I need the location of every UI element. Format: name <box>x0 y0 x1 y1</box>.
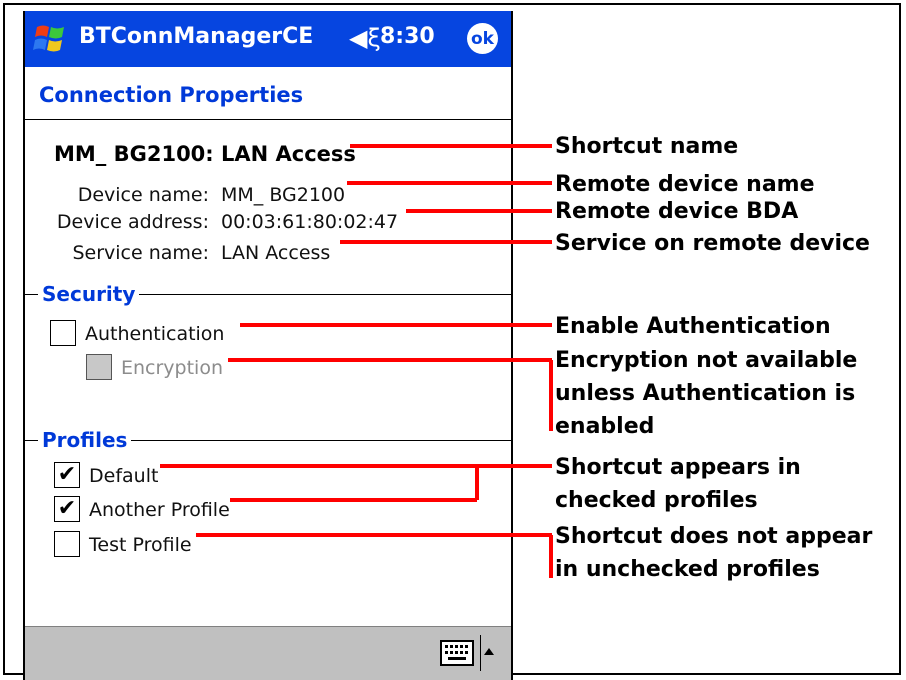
callout-line-checked-profiles <box>160 464 552 502</box>
annotation-remote-device-bda: Remote device BDA <box>555 199 799 224</box>
callout-line-unchecked-profiles <box>196 533 553 578</box>
annotation-enable-authentication: Enable Authentication <box>555 314 831 339</box>
annotation-service: Service on remote device <box>555 231 870 256</box>
annotation-checked-profiles: Shortcut appears in checked profiles <box>555 455 801 513</box>
annotation-shortcut-name: Shortcut name <box>555 134 739 159</box>
annotation-unchecked-profiles: Shortcut does not appear in unchecked pr… <box>555 524 873 582</box>
callout-line-encryption <box>228 358 553 431</box>
annotation-encryption: Encryption not available unless Authenti… <box>555 348 858 439</box>
